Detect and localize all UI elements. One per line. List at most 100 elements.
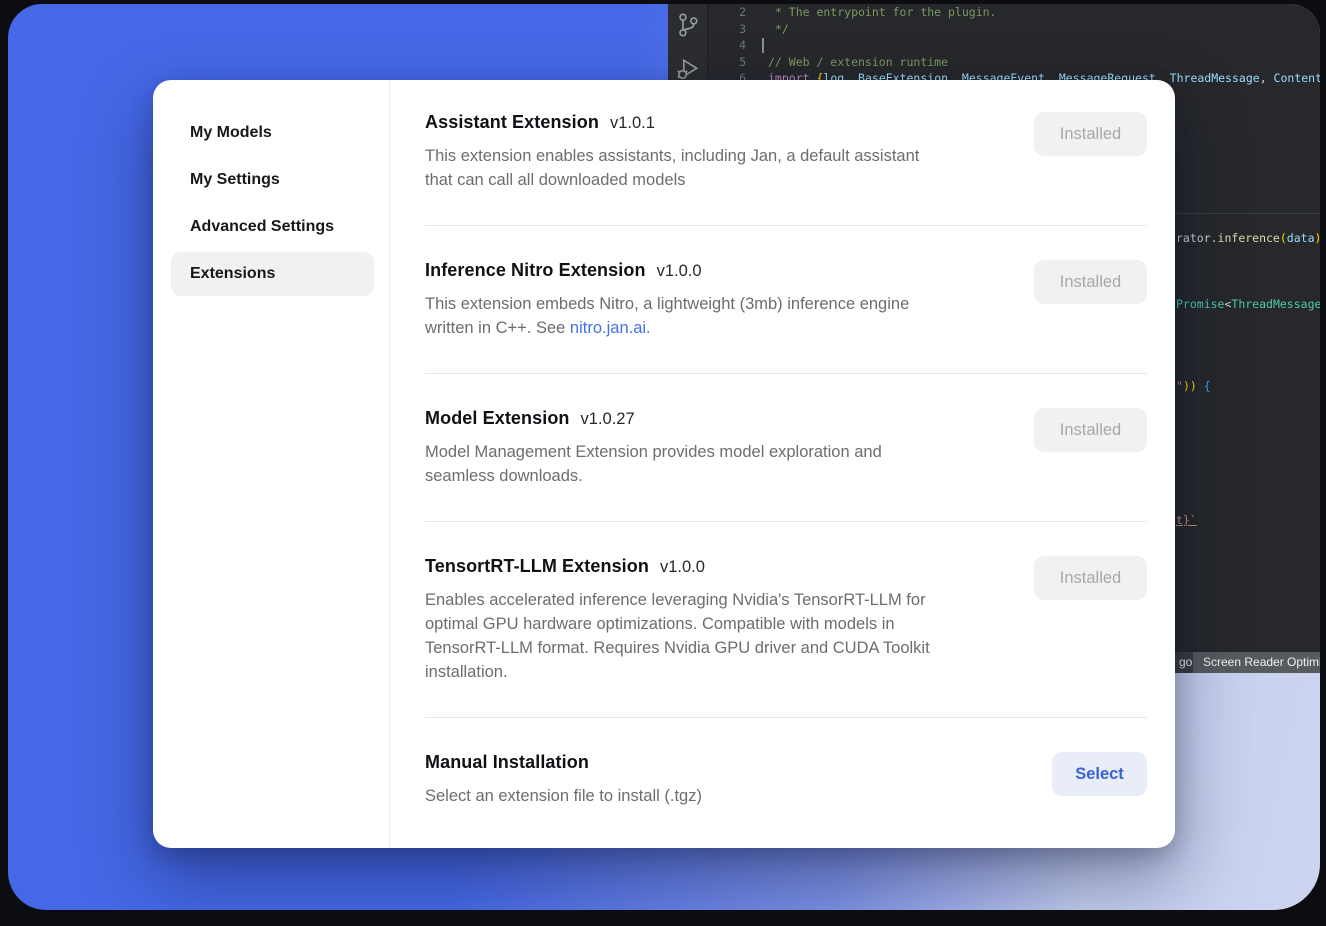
- sidebar-item-label: Advanced Settings: [190, 218, 334, 236]
- description-text: that can call all downloaded models: [425, 171, 686, 189]
- extension-description: This extension embeds Nitro, a lightweig…: [425, 292, 909, 340]
- description-text: written in C++. See: [425, 319, 570, 337]
- description-line: Select an extension file to install (.tg…: [425, 784, 702, 808]
- code-text: [746, 37, 1320, 54]
- description-line: written in C++. See nitro.jan.ai.: [425, 316, 909, 340]
- extension-title: Inference Nitro Extension: [425, 260, 646, 281]
- extension-row: Assistant Extension v1.0.1 This extensio…: [425, 80, 1147, 226]
- code-fragment: Promise<ThreadMessage>: [1176, 296, 1320, 312]
- settings-modal: My Models My Settings Advanced Settings …: [153, 80, 1175, 848]
- code-fragment: rator.inference(data));: [1176, 230, 1320, 246]
- description-line: Enables accelerated inference leveraging…: [425, 588, 930, 612]
- installed-button[interactable]: Installed: [1034, 408, 1147, 452]
- code-token: inference: [1218, 231, 1280, 245]
- extension-version: v1.0.1: [610, 114, 655, 133]
- code-token: ThreadMessage: [1170, 71, 1260, 85]
- code-token: */: [768, 22, 789, 36]
- installed-button[interactable]: Installed: [1034, 556, 1147, 600]
- extension-version: v1.0.0: [660, 558, 705, 577]
- extension-version: v1.0.27: [581, 410, 635, 429]
- description-line: This extension embeds Nitro, a lightweig…: [425, 292, 909, 316]
- description-text: installation.: [425, 663, 508, 681]
- screen-reader-status-badge[interactable]: Screen Reader Optimized: [1193, 652, 1320, 673]
- extension-description: Select an extension file to install (.tg…: [425, 784, 702, 808]
- extension-description: Enables accelerated inference leveraging…: [425, 588, 930, 684]
- code-token: * The entrypoint for the plugin.: [768, 5, 996, 19]
- code-line: 2 * The entrypoint for the plugin.: [708, 4, 1320, 21]
- code-text: // Web / extension runtime: [746, 54, 1320, 71]
- installed-button[interactable]: Installed: [1034, 112, 1147, 156]
- code-token: data: [1287, 231, 1315, 245]
- description-text: This extension enables assistants, inclu…: [425, 147, 919, 165]
- line-number: 2: [708, 4, 746, 21]
- status-bar-left-label: go: [1179, 652, 1192, 673]
- debug-icon[interactable]: [675, 56, 701, 82]
- description-text: This extension embeds Nitro, a lightweig…: [425, 295, 909, 313]
- code-lines: 2 * The entrypoint for the plugin. 3 */ …: [708, 4, 1320, 87]
- description-line: Model Management Extension provides mode…: [425, 440, 882, 464]
- code-token: {: [1204, 379, 1211, 393]
- installed-button[interactable]: Installed: [1034, 260, 1147, 304]
- desktop-window: 2 * The entrypoint for the plugin. 3 */ …: [8, 4, 1320, 910]
- code-token: ": [1176, 379, 1183, 393]
- code-token: )): [1315, 231, 1321, 245]
- description-line: This extension enables assistants, inclu…: [425, 144, 919, 168]
- extension-row: Manual Installation Select an extension …: [425, 718, 1147, 828]
- text-cursor: [762, 38, 764, 53]
- description-text: Enables accelerated inference leveraging…: [425, 591, 926, 609]
- code-token: ThreadMessage: [1231, 297, 1320, 311]
- description-line: seamless downloads.: [425, 464, 882, 488]
- code-token: )): [1183, 379, 1197, 393]
- screenshot-stage: 2 * The entrypoint for the plugin. 3 */ …: [0, 0, 1326, 926]
- select-button[interactable]: Select: [1052, 752, 1147, 796]
- sidebar-item-extensions[interactable]: Extensions: [171, 252, 374, 296]
- description-line: TensorRT-LLM format. Requires Nvidia GPU…: [425, 636, 930, 660]
- code-fragment: ")) {: [1176, 378, 1320, 394]
- extension-description: This extension enables assistants, inclu…: [425, 144, 919, 192]
- description-line: that can call all downloaded models: [425, 168, 919, 192]
- extension-row: Model Extension v1.0.27 Model Management…: [425, 374, 1147, 522]
- code-line: 3 */: [708, 21, 1320, 38]
- code-token: Promise: [1176, 297, 1224, 311]
- code-fragment: t}`: [1176, 512, 1320, 528]
- line-number: 5: [708, 54, 746, 71]
- extension-row: TensortRT-LLM Extension v1.0.0 Enables a…: [425, 522, 1147, 718]
- extension-title: Manual Installation: [425, 752, 589, 773]
- line-number: 3: [708, 21, 746, 38]
- code-token: t}`: [1176, 513, 1197, 527]
- code-token: // Web / extension runtime: [768, 55, 948, 69]
- extension-description: Model Management Extension provides mode…: [425, 440, 882, 488]
- line-number: 4: [708, 37, 746, 54]
- extension-title: Model Extension: [425, 408, 570, 429]
- description-text: seamless downloads.: [425, 467, 583, 485]
- code-token: rator.: [1176, 231, 1218, 245]
- code-token: [1197, 379, 1204, 393]
- sidebar-item-my-settings[interactable]: My Settings: [171, 158, 374, 202]
- sidebar-item-advanced-settings[interactable]: Advanced Settings: [171, 205, 374, 249]
- code-line: 5 // Web / extension runtime: [708, 54, 1320, 71]
- settings-sidebar: My Models My Settings Advanced Settings …: [153, 80, 390, 848]
- description-text: TensorRT-LLM format. Requires Nvidia GPU…: [425, 639, 930, 657]
- code-text: * The entrypoint for the plugin.: [746, 4, 1320, 21]
- extensions-list: Assistant Extension v1.0.1 This extensio…: [390, 80, 1175, 848]
- description-text: optimal GPU hardware optimizations. Comp…: [425, 615, 895, 633]
- description-text: Model Management Extension provides mode…: [425, 443, 882, 461]
- description-line: optimal GPU hardware optimizations. Comp…: [425, 612, 930, 636]
- nitro-jan-ai-link[interactable]: nitro.jan.ai.: [570, 319, 651, 337]
- extension-row: Inference Nitro Extension v1.0.0 This ex…: [425, 226, 1147, 374]
- code-token: ,: [1260, 71, 1274, 85]
- extension-version: v1.0.0: [657, 262, 702, 281]
- code-line: 4: [708, 37, 1320, 54]
- sidebar-item-label: My Models: [190, 124, 272, 142]
- code-text: */: [746, 21, 1320, 38]
- git-branch-icon[interactable]: [675, 12, 701, 38]
- description-text: Select an extension file to install (.tg…: [425, 787, 702, 805]
- extension-title: Assistant Extension: [425, 112, 599, 133]
- sidebar-item-my-models[interactable]: My Models: [171, 111, 374, 155]
- code-token: ContentType: [1274, 71, 1320, 85]
- extension-title: TensortRT-LLM Extension: [425, 556, 649, 577]
- sidebar-item-label: Extensions: [190, 265, 275, 283]
- code-token: (: [1280, 231, 1287, 245]
- description-line: installation.: [425, 660, 930, 684]
- sidebar-item-label: My Settings: [190, 171, 280, 189]
